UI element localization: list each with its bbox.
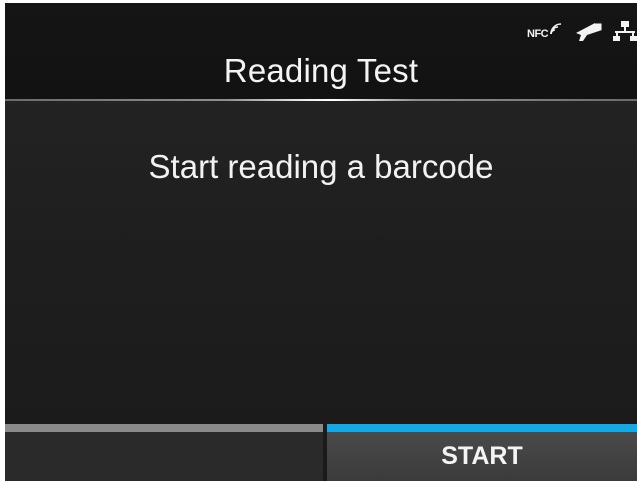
softkey-left-indicator — [5, 424, 323, 432]
softkey-bar: START — [5, 424, 637, 481]
title-divider — [5, 99, 637, 101]
status-message: Start reading a barcode — [148, 148, 494, 185]
softkey-left-body — [5, 432, 323, 481]
printer-lcd-screen: NFC Reading Test Start reading a barcode… — [5, 3, 637, 481]
page-title: Reading Test — [223, 52, 419, 89]
nfc-label: NFC — [527, 28, 549, 40]
start-button-label: START — [441, 442, 523, 470]
nfc-waves-icon — [550, 23, 562, 35]
start-button[interactable]: START — [327, 424, 637, 481]
nfc-icon: NFC — [527, 22, 565, 44]
start-button-indicator — [327, 424, 637, 432]
barcode-scanner-icon — [573, 19, 605, 48]
status-icons: NFC — [519, 19, 637, 48]
softkey-left[interactable] — [5, 424, 323, 481]
network-icon — [613, 20, 637, 47]
header: NFC Reading Test — [5, 3, 637, 99]
